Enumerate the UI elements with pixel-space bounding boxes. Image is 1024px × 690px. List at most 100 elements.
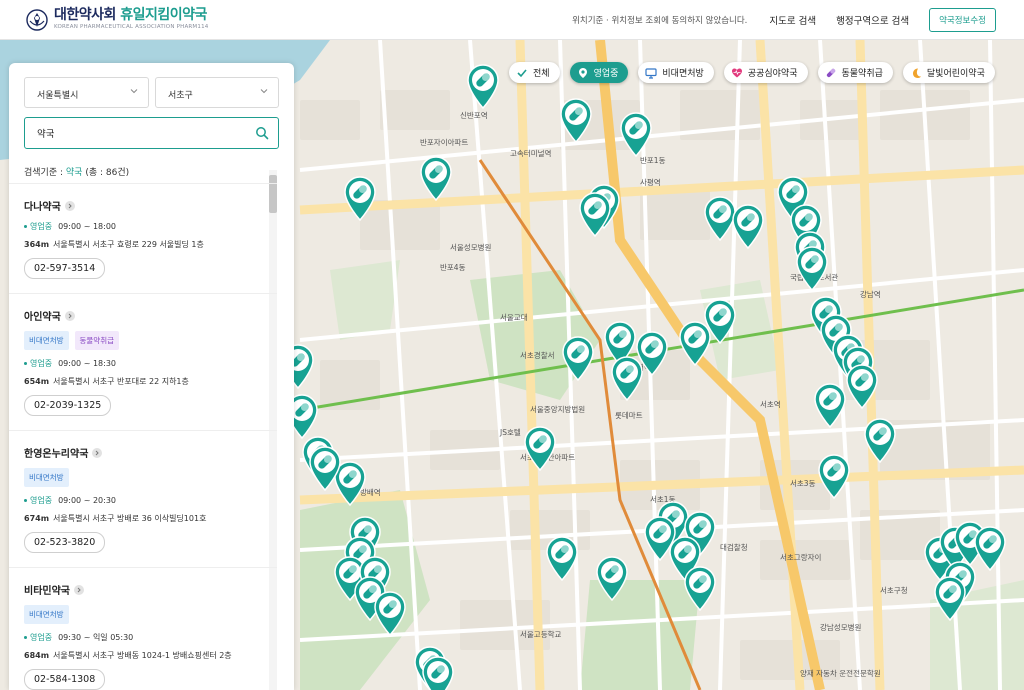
chevron-right-icon[interactable] bbox=[92, 447, 103, 458]
chevron-down-icon bbox=[260, 89, 268, 94]
list-item[interactable]: 다나약국 영업중 09:00 ~ 18:00 364m 서울특별시 서초구 효령로 … bbox=[9, 184, 277, 294]
district-select-value: 서초구 bbox=[168, 91, 193, 101]
capsule-icon bbox=[826, 68, 835, 77]
site-logo[interactable]: 대한약사회 휴일지킴이약국 KOREAN PHARMACEUTICAL ASSO… bbox=[26, 8, 208, 31]
status-badge: 영업중 bbox=[24, 222, 52, 231]
filter-chip[interactable]: 동물약취급 bbox=[817, 62, 893, 83]
phone-button[interactable]: 02-584-1308 bbox=[24, 669, 106, 690]
result-list: 다나약국 영업중 09:00 ~ 18:00 364m 서울특별시 서초구 효령로 … bbox=[9, 183, 277, 690]
search-box bbox=[24, 117, 279, 149]
opening-hours: 영업중 09:00 ~ 18:00 bbox=[24, 221, 277, 232]
map-label: 서울중앙지방법원 bbox=[530, 404, 585, 414]
logo-emblem-icon bbox=[26, 8, 48, 31]
filter-chip[interactable]: 전체 bbox=[509, 62, 560, 83]
feature-badge: 비대면처방 bbox=[24, 468, 69, 487]
filter-chip[interactable]: 영업중 bbox=[569, 62, 629, 83]
chevron-right-icon[interactable] bbox=[64, 310, 75, 321]
distance: 684m bbox=[24, 651, 50, 660]
map-label: 서초그랑자이 bbox=[780, 552, 821, 562]
pharmacy-marker-icon[interactable] bbox=[974, 526, 1006, 572]
edit-pharmacy-info-button[interactable]: 약국정보수정 bbox=[929, 8, 996, 32]
pharmacy-marker-icon[interactable] bbox=[732, 204, 764, 250]
pharmacy-name[interactable]: 아인약국 bbox=[24, 308, 277, 323]
criteria-keyword: 약국 bbox=[65, 168, 83, 178]
opening-hours: 영업중 09:30 ~ 익일 05:30 bbox=[24, 632, 277, 643]
list-item[interactable]: 한영온누리약국 비대면처방 영업중 09:00 ~ 20:30 674m 서울특별시… bbox=[9, 431, 277, 568]
map-block bbox=[380, 90, 450, 130]
pharmacy-name[interactable]: 한영온누리약국 bbox=[24, 445, 277, 460]
search-input[interactable] bbox=[37, 127, 237, 138]
map-block bbox=[300, 100, 360, 140]
heart-pulse-icon bbox=[731, 68, 742, 77]
search-criteria: 검색기준 : 약국 (총 : 86건) bbox=[24, 168, 130, 178]
map-label: 서초역 bbox=[760, 399, 781, 409]
pharmacy-marker-icon[interactable] bbox=[814, 383, 846, 429]
opening-hours: 영업중 09:00 ~ 18:30 bbox=[24, 358, 277, 369]
map-label: 사평역 bbox=[640, 177, 661, 187]
monitor-icon bbox=[645, 67, 658, 79]
distance: 654m bbox=[24, 377, 50, 386]
status-badge: 영업중 bbox=[24, 359, 52, 368]
pharmacy-address: 654m 서울특별시 서초구 반포대로 22 지하1층 bbox=[24, 377, 189, 386]
chevron-right-icon[interactable] bbox=[74, 584, 84, 595]
moon-icon bbox=[912, 68, 921, 78]
pharmacy-address: 674m 서울특별시 서초구 방배로 36 이삭빌딩101호 bbox=[24, 514, 207, 523]
filter-chip[interactable]: 비대면처방 bbox=[638, 62, 714, 83]
map-label: 반포1동 bbox=[640, 156, 666, 165]
opening-hours: 영업중 09:00 ~ 20:30 bbox=[24, 495, 277, 506]
pharmacy-name[interactable]: 다나약국 bbox=[24, 198, 277, 213]
status-badge: 영업중 bbox=[24, 633, 52, 642]
location-pin-icon bbox=[578, 67, 587, 78]
pharmacy-marker-icon[interactable] bbox=[579, 192, 611, 238]
phone-button[interactable]: 02-597-3514 bbox=[24, 258, 106, 279]
pharmacy-marker-icon[interactable] bbox=[422, 656, 454, 690]
pharmacy-marker-icon[interactable] bbox=[546, 536, 578, 582]
map-label: 서울성모병원 bbox=[450, 243, 491, 252]
pharmacy-marker-icon[interactable] bbox=[467, 64, 499, 110]
city-select-value: 서울특별시 bbox=[37, 91, 79, 101]
filter-chip[interactable]: 공공심야약국 bbox=[723, 62, 808, 83]
top-header: 대한약사회 휴일지킴이약국 KOREAN PHARMACEUTICAL ASSO… bbox=[0, 0, 1024, 40]
check-icon bbox=[517, 68, 527, 77]
map-label: 서초구청 bbox=[880, 586, 908, 595]
criteria-total: (총 : 86건) bbox=[85, 168, 130, 178]
chevron-down-icon bbox=[130, 89, 138, 94]
location-consent-note: 위치기준 · 위치정보 조회에 동의하지 않았습니다. bbox=[572, 16, 748, 26]
pharmacy-marker-icon[interactable] bbox=[420, 156, 452, 202]
nav-map-search[interactable]: 지도로 검색 bbox=[769, 13, 816, 27]
search-icon[interactable] bbox=[255, 126, 269, 140]
district-select[interactable]: 서초구 bbox=[155, 77, 279, 108]
chevron-right-icon[interactable] bbox=[64, 200, 75, 211]
park-area bbox=[330, 260, 400, 340]
phone-button[interactable]: 02-2039-1325 bbox=[24, 395, 112, 416]
map-label: 반포자이아파트 bbox=[420, 137, 468, 147]
map-label: 반포4동 bbox=[440, 263, 466, 272]
list-item[interactable]: 아인약국 비대면처방 동물약취급 영업중 09:00 ~ 18:30 654m 서울특… bbox=[9, 294, 277, 431]
feature-badge: 비대면처방 bbox=[24, 331, 69, 350]
pharmacy-name[interactable]: 비타민약국 bbox=[24, 582, 277, 597]
map-label: 서울고등학교 bbox=[520, 629, 561, 639]
feature-badge: 동물약취급 bbox=[74, 331, 119, 350]
distance: 364m bbox=[24, 240, 50, 249]
map-label: 강남성모병원 bbox=[820, 622, 861, 632]
list-item[interactable]: 비타민약국 비대면처방 영업중 09:30 ~ 익일 05:30 684m 서울특별… bbox=[9, 568, 277, 690]
search-panel: 서울특별시 서초구 검색기준 : 약국 (총 : 86건) 다나약국 영업중09… bbox=[9, 63, 294, 690]
logo-title: 대한약사회 휴일지킴이약국 bbox=[54, 7, 207, 24]
nav-district-search[interactable]: 행정구역으로 검색 bbox=[836, 13, 909, 27]
map-label: 서초3동 bbox=[790, 479, 816, 488]
distance: 674m bbox=[24, 514, 50, 523]
pharmacy-address: 684m 서울특별시 서초구 방배동 1024-1 방배쇼핑센터 2층 bbox=[24, 651, 232, 660]
phone-button[interactable]: 02-523-3820 bbox=[24, 532, 106, 553]
city-select[interactable]: 서울특별시 bbox=[24, 77, 149, 108]
feature-badge: 비대면처방 bbox=[24, 605, 69, 624]
map-label: 방배역 bbox=[360, 487, 381, 497]
pharmacy-marker-icon[interactable] bbox=[309, 446, 341, 492]
map-label: 신반포역 bbox=[460, 110, 488, 120]
park-area bbox=[580, 580, 700, 690]
status-badge: 영업중 bbox=[24, 496, 52, 505]
pharmacy-marker-icon[interactable] bbox=[796, 246, 828, 292]
map-label: 롯데마트 bbox=[615, 411, 643, 420]
filter-chip[interactable]: 달빛어린이약국 bbox=[902, 62, 995, 83]
filter-chips: 전체 영업중 비대면처방 공공심야약국 동물약취급 달빛어린이약국 bbox=[509, 62, 1005, 83]
map-label: 서울교대 bbox=[500, 313, 528, 322]
